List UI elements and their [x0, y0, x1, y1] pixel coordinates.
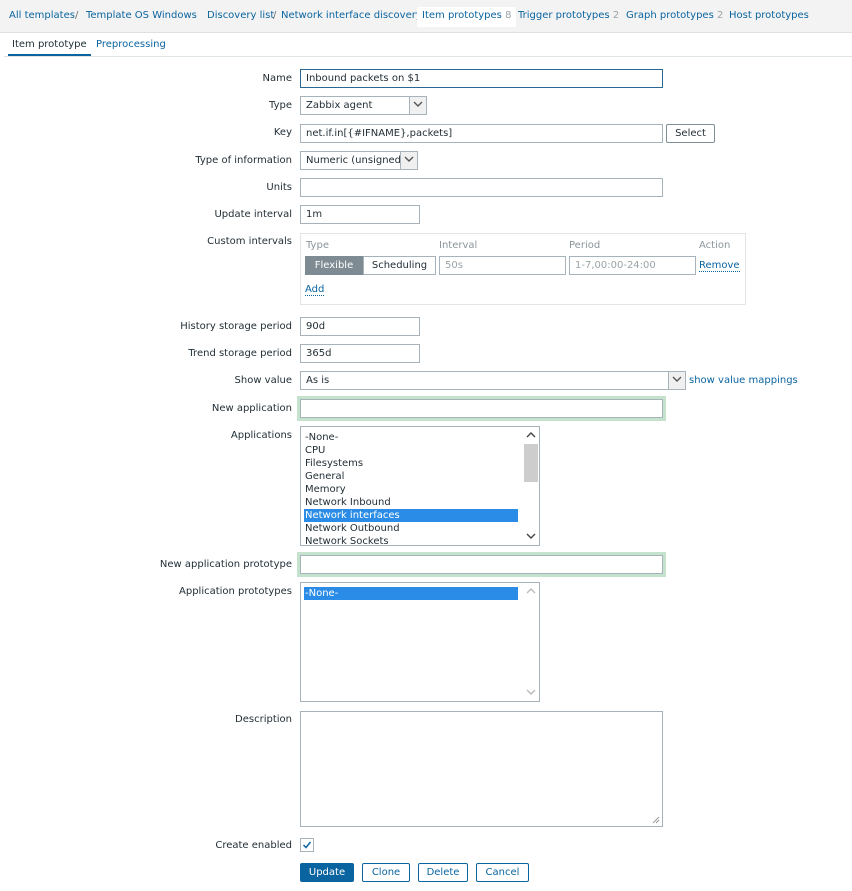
- chevron-down-icon[interactable]: [668, 372, 685, 389]
- add-interval-link[interactable]: Add: [305, 284, 325, 296]
- breadcrumb-discovery-list[interactable]: Discovery list: [207, 10, 274, 21]
- breadcrumb-template[interactable]: Template OS Windows: [86, 10, 197, 21]
- check-icon: [302, 841, 312, 849]
- list-item[interactable]: Network Inbound: [305, 496, 391, 509]
- list-item[interactable]: Filesystems: [305, 457, 363, 470]
- app-prototypes-listbox[interactable]: -None-: [300, 582, 540, 702]
- nav-item-prototypes-label: Item prototypes: [422, 10, 502, 21]
- period-input[interactable]: 1-7,00:00-24:00: [569, 256, 696, 275]
- new-app-prototype-label: New application prototype: [159, 559, 292, 570]
- custom-intervals-label: Custom intervals: [207, 236, 292, 247]
- nav-trigger-prototypes-label: Trigger prototypes: [518, 10, 610, 21]
- scroll-up-icon[interactable]: [526, 587, 536, 594]
- chevron-down-icon[interactable]: [400, 152, 417, 169]
- new-app-prototype-input[interactable]: [300, 555, 663, 574]
- col-period-header: Period: [569, 240, 601, 251]
- nav-graph-prototypes[interactable]: Graph prototypes 2: [626, 10, 723, 21]
- tab-item-prototype[interactable]: Item prototype: [8, 39, 91, 56]
- applications-listbox[interactable]: -None- CPU Filesystems General Memory Ne…: [300, 426, 540, 546]
- create-enabled-checkbox[interactable]: [300, 838, 314, 852]
- scroll-down-icon[interactable]: [526, 689, 536, 696]
- delete-button[interactable]: Delete: [418, 863, 468, 882]
- col-type-header: Type: [306, 240, 329, 251]
- type-select[interactable]: Zabbix agent: [300, 96, 427, 115]
- list-item[interactable]: Network Sockets: [305, 535, 389, 545]
- list-item-selected[interactable]: Network interfaces: [304, 509, 518, 522]
- show-value-mappings-link[interactable]: show value mappings: [689, 375, 798, 386]
- nav-graph-prototypes-label: Graph prototypes: [626, 10, 714, 21]
- interval-input[interactable]: 50s: [439, 256, 566, 275]
- update-button[interactable]: Update: [300, 863, 354, 882]
- update-interval-label: Update interval: [214, 209, 292, 220]
- show-value-label: Show value: [234, 375, 292, 386]
- description-label: Description: [235, 714, 292, 725]
- scheduling-toggle[interactable]: Scheduling: [363, 256, 436, 275]
- nav-item-prototypes-count: 8: [505, 10, 512, 21]
- type-info-select-value: Numeric (unsigned): [306, 155, 405, 166]
- list-item[interactable]: Network Outbound: [305, 522, 400, 535]
- resize-handle-icon[interactable]: [651, 815, 660, 824]
- trend-label: Trend storage period: [188, 348, 292, 359]
- app-prototypes-scrollbar[interactable]: [523, 583, 539, 701]
- breadcrumb: All templates / Template OS Windows Disc…: [0, 0, 852, 33]
- type-select-value: Zabbix agent: [306, 100, 373, 111]
- breadcrumb-separator: /: [75, 10, 79, 21]
- clone-button[interactable]: Clone: [362, 863, 410, 882]
- list-item-selected[interactable]: -None-: [304, 587, 518, 600]
- breadcrumb-separator: /: [273, 10, 277, 21]
- list-item[interactable]: -None-: [305, 431, 338, 444]
- scrollbar-thumb[interactable]: [524, 444, 538, 482]
- col-action-header: Action: [699, 240, 731, 251]
- type-info-label: Type of information: [195, 155, 292, 166]
- units-label: Units: [266, 182, 292, 193]
- scroll-down-icon[interactable]: [526, 533, 536, 540]
- key-label: Key: [273, 127, 292, 138]
- tab-preprocessing[interactable]: Preprocessing: [96, 39, 166, 50]
- history-input[interactable]: 90d: [300, 317, 420, 336]
- breadcrumb-all-templates[interactable]: All templates: [9, 10, 75, 21]
- type-label: Type: [269, 100, 292, 111]
- nav-trigger-prototypes-count: 2: [612, 10, 620, 21]
- description-textarea[interactable]: [300, 711, 663, 827]
- nav-item-prototypes[interactable]: Item prototypes 8: [417, 7, 517, 27]
- update-interval-input[interactable]: 1m: [300, 205, 420, 224]
- app-prototypes-label: Application prototypes: [179, 586, 292, 597]
- list-item[interactable]: CPU: [305, 444, 325, 457]
- nav-graph-prototypes-count: 2: [717, 10, 724, 21]
- nav-trigger-prototypes[interactable]: Trigger prototypes 2: [518, 10, 619, 21]
- nav-host-prototypes[interactable]: Host prototypes: [729, 10, 809, 21]
- units-input[interactable]: [300, 178, 663, 197]
- form-tabs: Item prototype Preprocessing: [4, 35, 852, 57]
- col-interval-header: Interval: [439, 240, 478, 251]
- trend-input[interactable]: 365d: [300, 344, 420, 363]
- cancel-button[interactable]: Cancel: [476, 863, 529, 882]
- select-key-button[interactable]: Select: [666, 124, 715, 143]
- type-info-select[interactable]: Numeric (unsigned): [300, 151, 418, 170]
- list-item[interactable]: General: [305, 470, 344, 483]
- show-value-select-value: As is: [306, 375, 330, 386]
- custom-intervals-table: Type Interval Period Action Flexible Sch…: [300, 233, 746, 305]
- flexible-toggle[interactable]: Flexible: [305, 256, 363, 275]
- breadcrumb-discovery-rule[interactable]: Network interface discovery: [281, 10, 422, 21]
- new-application-input[interactable]: [300, 399, 663, 418]
- remove-interval-link[interactable]: Remove: [699, 260, 740, 272]
- applications-label: Applications: [230, 430, 292, 441]
- list-item[interactable]: Memory: [305, 483, 346, 496]
- new-application-label: New application: [211, 403, 292, 414]
- applications-scrollbar[interactable]: [523, 427, 539, 545]
- create-enabled-label: Create enabled: [215, 840, 292, 851]
- name-input[interactable]: Inbound packets on $1: [300, 69, 663, 88]
- chevron-down-icon[interactable]: [409, 97, 426, 114]
- key-input[interactable]: net.if.in[{#IFNAME},packets]: [300, 124, 663, 143]
- history-label: History storage period: [180, 321, 292, 332]
- name-label: Name: [262, 73, 292, 84]
- show-value-select[interactable]: As is: [300, 371, 686, 390]
- scroll-up-icon[interactable]: [526, 431, 536, 438]
